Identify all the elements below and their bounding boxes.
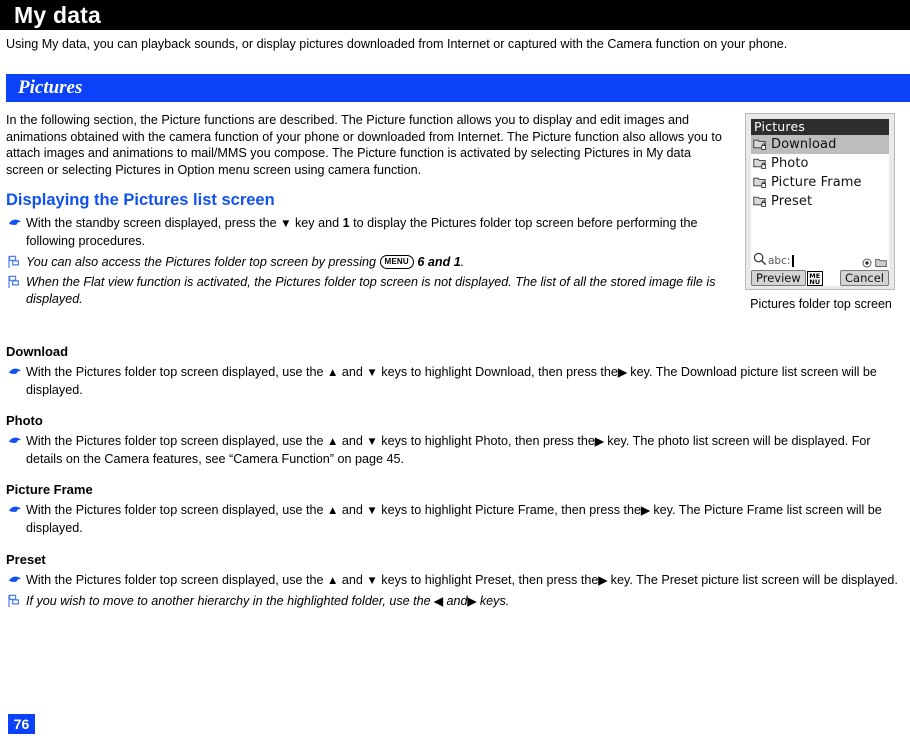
right-key-icon: ▶ [598, 574, 608, 587]
phone-search-row[interactable]: abc: [751, 252, 889, 269]
step-text-part2: and [338, 503, 367, 518]
phone-device-frame: Pictures Download Photo Picture Frame Pr… [745, 113, 895, 290]
intro-paragraph: Using My data, you can playback sounds, … [6, 37, 788, 51]
step-text-part2: and [338, 434, 367, 449]
down-key-icon: ▼ [280, 218, 292, 231]
step-download: With the Pictures folder top screen disp… [6, 364, 906, 398]
note-text-part1: If you wish to move to another hierarchy… [26, 594, 435, 609]
step-displaying: With the standby screen displayed, press… [6, 215, 729, 249]
search-icon [753, 251, 767, 270]
hand-pointer-bullet-icon [8, 504, 22, 516]
note-text-part3: keys. [476, 594, 510, 609]
step-text-part3: keys to highlight Picture Frame, then pr… [377, 503, 642, 518]
heading-preset: Preset [6, 551, 46, 567]
main-content-column: In the following section, the Picture fu… [6, 112, 729, 307]
hand-pointer-bullet-icon [8, 217, 22, 229]
section-title: Pictures [18, 77, 83, 98]
folder-lock-icon [753, 195, 768, 208]
step-photo: With the Pictures folder top screen disp… [6, 433, 906, 467]
page-title-bar: My data [0, 0, 910, 30]
step-text-part3: keys to highlight Photo, then press the [377, 434, 595, 449]
phone-list-item-label: Picture Frame [771, 175, 862, 190]
step-text-part2: key and [291, 216, 343, 231]
phone-list-item-preset[interactable]: Preset [751, 192, 889, 211]
note-flag-icon [7, 594, 21, 608]
hand-pointer-bullet-icon [8, 366, 22, 378]
phone-list-item-download[interactable]: Download [751, 135, 889, 154]
note-menu-shortcut: You can also access the Pictures folder … [6, 254, 729, 271]
note-text-part3: . [460, 254, 465, 269]
hand-pointer-bullet-icon [8, 435, 22, 447]
figure-pictures-folder: Pictures Download Photo Picture Frame Pr… [745, 113, 897, 312]
step-picture-frame: With the Pictures folder top screen disp… [6, 502, 906, 536]
step-preset: With the Pictures folder top screen disp… [6, 572, 906, 590]
note-text-part2: and [443, 594, 468, 609]
note-text-part1: You can also access the Pictures folder … [26, 254, 380, 269]
page-number-badge: 76 [8, 714, 35, 734]
left-key-icon: ◀ [434, 596, 443, 609]
heading-download: Download [6, 344, 69, 359]
note-flat-view: When the Flat view function is activated… [6, 274, 729, 307]
figure-caption: Pictures folder top screen [750, 297, 892, 311]
step-text-part1: With the Pictures folder top screen disp… [26, 365, 328, 379]
down-key-icon: ▼ [366, 505, 378, 518]
folder-lock-icon [753, 138, 768, 151]
phone-list-item-label: Photo [771, 156, 809, 171]
right-key-icon: ▶ [594, 436, 604, 449]
note-flag-icon [7, 275, 21, 289]
phone-softkey-row: Preview ME NU Cancel [751, 269, 889, 286]
phone-screen: Pictures Download Photo Picture Frame Pr… [751, 119, 889, 286]
step-text-part2: and [338, 572, 367, 587]
phone-list-item-photo[interactable]: Photo [751, 154, 889, 173]
input-mode-label: abc: [768, 254, 791, 267]
softkey-cancel[interactable]: Cancel [840, 270, 889, 286]
step-text-part1: With the Pictures folder top screen disp… [26, 572, 328, 587]
subsection-heading-displaying: Displaying the Pictures list screen [6, 191, 275, 210]
menu-softkey-icon[interactable]: ME NU [806, 271, 823, 286]
note-text-part2: 6 and 1 [413, 254, 461, 269]
hand-pointer-bullet-icon [8, 574, 22, 586]
menu-key-icon: MENU [379, 254, 414, 269]
heading-photo: Photo [6, 413, 43, 429]
step-text-part4: key. The Preset picture list screen will… [607, 572, 898, 587]
folder-lock-icon [753, 157, 768, 170]
step-text-part3: keys to highlight Preset, then press the [377, 572, 599, 587]
folder-sections: Download With the Pictures folder top sc… [6, 343, 906, 611]
phone-list-item-label: Download [771, 137, 837, 152]
section-intro-paragraph: In the following section, the Picture fu… [6, 113, 722, 177]
down-key-icon: ▼ [366, 574, 378, 587]
up-key-icon: ▲ [327, 574, 339, 587]
phone-screen-bottom-bar: abc: Preview ME NU Cancel [751, 252, 889, 286]
step-text-part1: With the Pictures folder top screen disp… [26, 503, 328, 518]
phone-list-item-label: Preset [771, 194, 813, 209]
note-text: When the Flat view function is activated… [26, 275, 716, 306]
heading-picture-frame: Picture Frame [6, 482, 93, 498]
key-one-label: 1 [342, 216, 350, 231]
up-key-icon: ▲ [327, 505, 339, 518]
phone-list-item-picture-frame[interactable]: Picture Frame [751, 173, 889, 192]
step-text-part3: keys to highlight Download, then press t… [377, 365, 618, 379]
page-title: My data [14, 2, 102, 28]
right-key-icon: ▶ [641, 505, 650, 518]
text-caret [792, 254, 794, 267]
up-key-icon: ▲ [327, 436, 339, 449]
phone-screen-title: Pictures [751, 119, 889, 135]
step-text-part1: With the standby screen displayed, press… [26, 216, 281, 231]
softkey-preview[interactable]: Preview [751, 270, 806, 286]
note-hierarchy: If you wish to move to another hierarchy… [6, 593, 906, 611]
step-text-part1: With the Pictures folder top screen disp… [26, 434, 328, 449]
folder-lock-icon [753, 176, 768, 189]
down-key-icon: ▼ [366, 436, 378, 449]
right-key-icon: ▶ [617, 367, 627, 379]
step-text-part2: and [338, 365, 367, 379]
up-key-icon: ▲ [327, 367, 339, 379]
note-flag-icon [7, 255, 21, 269]
down-key-icon: ▼ [366, 367, 378, 379]
section-header-bar: Pictures [0, 74, 910, 102]
